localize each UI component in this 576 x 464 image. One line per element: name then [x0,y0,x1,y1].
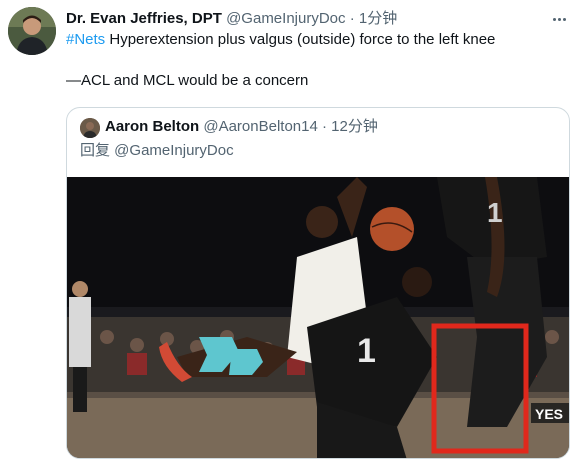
watermark-text: YES [535,406,563,422]
more-options-icon[interactable] [548,8,570,30]
header-separator: · [349,10,355,27]
reply-prefix: 回复 [80,142,115,159]
quoted-reply-line: 回复 @GameInjuryDoc [80,141,234,161]
tweet-text-line1: #Nets Hyperextension plus valgus (outsid… [66,30,566,50]
quoted-tweet-timestamp[interactable]: 12分钟 [331,118,378,135]
quoted-media-image[interactable]: 1 1 YES [67,177,569,458]
quoted-avatar-image [80,118,100,138]
quoted-header-separator: · [322,118,327,135]
quoted-author-handle[interactable]: @AaronBelton14 [203,118,317,135]
author-name[interactable]: Dr. Evan Jeffries, DPT [66,10,222,27]
tweet-header: Dr. Evan Jeffries, DPT @GameInjuryDoc · … [66,9,397,29]
tweet-text-line2: —ACL and MCL would be a concern [66,72,309,89]
svg-text:1: 1 [487,197,503,228]
quoted-author-name[interactable]: Aaron Belton [105,118,199,135]
svg-text:1: 1 [357,332,376,370]
hashtag-link[interactable]: #Nets [66,31,105,48]
quoted-tweet-header: Aaron Belton @AaronBelton14 · 12分钟 [105,117,378,137]
author-avatar[interactable] [8,7,56,55]
tweet-timestamp[interactable]: 1分钟 [359,10,397,27]
reply-mention-link[interactable]: @GameInjuryDoc [114,142,233,159]
quoted-author-avatar[interactable] [80,118,100,138]
basketball-play-photo: 1 1 YES [67,177,569,458]
quoted-tweet-card[interactable]: Aaron Belton @AaronBelton14 · 12分钟 回复 @G… [66,107,570,459]
author-avatar-image [8,7,56,55]
author-handle[interactable]: @GameInjuryDoc [226,10,345,27]
tweet-text-content: Hyperextension plus valgus (outside) for… [105,31,496,48]
